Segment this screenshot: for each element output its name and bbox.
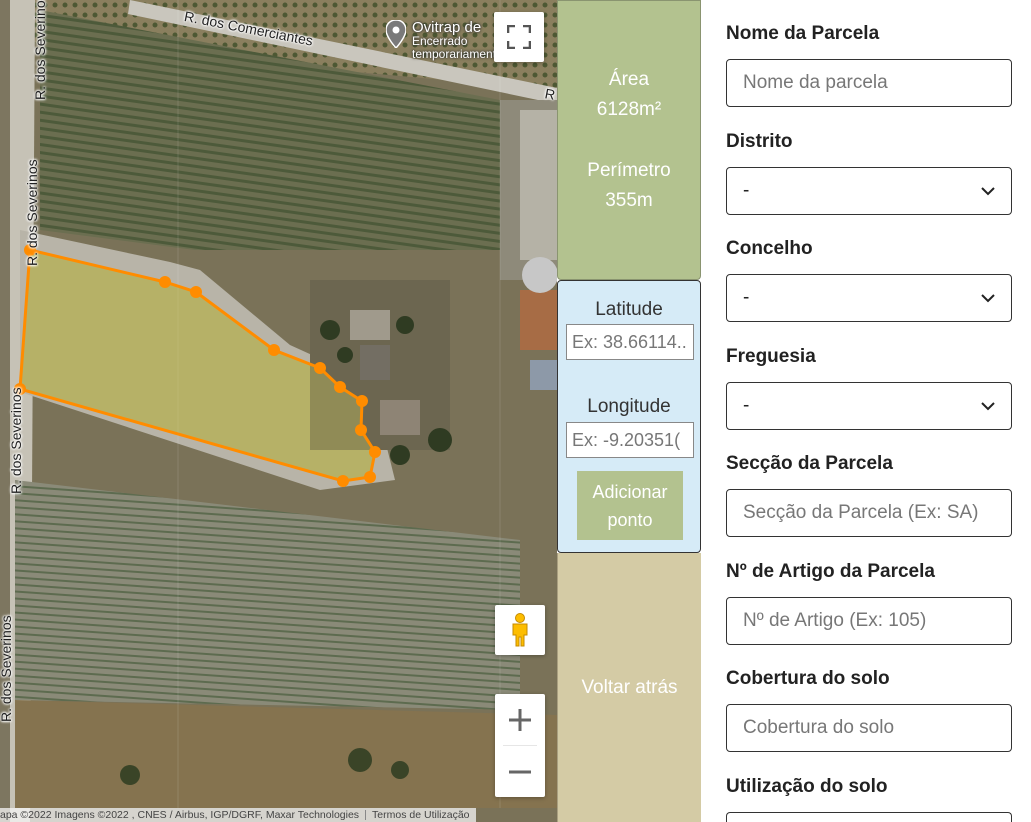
back-button[interactable]: Voltar atrás xyxy=(557,553,701,822)
polygon-vertex[interactable] xyxy=(334,381,346,393)
area-value: 6128m² xyxy=(596,99,662,120)
app-root: R. dos Comerciantes R R. dos Severinos R… xyxy=(0,0,1031,822)
chevron-down-icon xyxy=(981,186,995,195)
land-cover-input[interactable] xyxy=(726,704,1012,752)
perimeter-label: Perímetro xyxy=(587,160,671,181)
street-label-severinos: R. dos Severinos xyxy=(24,159,40,266)
polygon-vertex[interactable] xyxy=(268,344,280,356)
polygon-vertex[interactable] xyxy=(314,362,326,374)
street-label-severinos: R. dos Severinos xyxy=(0,615,14,722)
latitude-input[interactable] xyxy=(566,324,694,360)
land-cover-label: Cobertura do solo xyxy=(726,668,890,689)
back-button-label: Voltar atrás xyxy=(581,676,678,698)
parish-select[interactable]: - xyxy=(726,382,1012,430)
parish-label: Freguesia xyxy=(726,346,816,367)
add-point-button[interactable]: Adicionar ponto xyxy=(577,471,683,540)
land-use-select[interactable] xyxy=(726,812,1012,822)
section-input[interactable] xyxy=(726,489,1012,537)
municipality-label: Concelho xyxy=(726,238,813,259)
street-label-severinos: R. dos Severinos xyxy=(32,0,48,100)
chevron-down-icon xyxy=(981,401,995,410)
longitude-input[interactable] xyxy=(566,422,694,458)
parcel-name-input[interactable] xyxy=(726,59,1012,107)
parcel-form: Nome da Parcela Distrito - Concelho - Fr… xyxy=(701,0,1031,822)
parish-value: - xyxy=(743,395,750,416)
land-use-label: Utilização do solo xyxy=(726,776,888,797)
polygon-vertex[interactable] xyxy=(356,395,368,407)
satellite-map[interactable]: R. dos Comerciantes R R. dos Severinos R… xyxy=(0,0,557,822)
zoom-in-button[interactable] xyxy=(495,694,545,745)
municipality-value: - xyxy=(743,287,750,308)
area-perimeter-panel: Área 6128m² Perímetro 355m xyxy=(557,0,701,280)
municipality-select[interactable]: - xyxy=(726,274,1012,322)
map-attribution: apa ©2022 Imagens ©2022 , CNES / Airbus,… xyxy=(0,808,476,822)
longitude-label: Longitude xyxy=(587,396,671,417)
perimeter-value: 355m xyxy=(605,190,653,211)
zoom-out-button[interactable] xyxy=(495,746,545,797)
coordinate-entry-panel: Latitude Longitude Adicionar ponto xyxy=(557,280,701,553)
street-view-button[interactable] xyxy=(495,605,545,655)
polygon-vertex[interactable] xyxy=(364,471,376,483)
area-label: Área xyxy=(608,69,650,90)
fullscreen-button[interactable] xyxy=(494,12,544,62)
polygon-vertex[interactable] xyxy=(337,475,349,487)
polygon-vertex[interactable] xyxy=(190,286,202,298)
article-input[interactable] xyxy=(726,597,1012,645)
district-value: - xyxy=(743,180,750,201)
minus-icon xyxy=(509,770,531,773)
polygon-vertex[interactable] xyxy=(355,424,367,436)
polygon-vertex[interactable] xyxy=(369,446,381,458)
article-label: Nº de Artigo da Parcela xyxy=(726,561,935,582)
polygon-vertex[interactable] xyxy=(159,276,171,288)
terms-link[interactable]: Termos de Utilização xyxy=(372,809,469,821)
district-label: Distrito xyxy=(726,131,793,152)
chevron-down-icon xyxy=(981,293,995,302)
section-label: Secção da Parcela xyxy=(726,453,893,474)
street-label-severinos: R. dos Severinos xyxy=(8,387,24,494)
zoom-control xyxy=(495,694,545,797)
fullscreen-icon xyxy=(507,25,531,49)
pegman-icon xyxy=(512,613,528,647)
map-pin-icon xyxy=(386,20,406,48)
attribution-text: apa ©2022 Imagens ©2022 , CNES / Airbus,… xyxy=(0,809,360,821)
parcel-name-label: Nome da Parcela xyxy=(726,23,880,44)
map-imagery xyxy=(0,0,557,822)
district-select[interactable]: - xyxy=(726,167,1012,215)
latitude-label: Latitude xyxy=(595,299,663,320)
plus-icon xyxy=(509,708,531,731)
attribution-divider xyxy=(365,810,367,820)
